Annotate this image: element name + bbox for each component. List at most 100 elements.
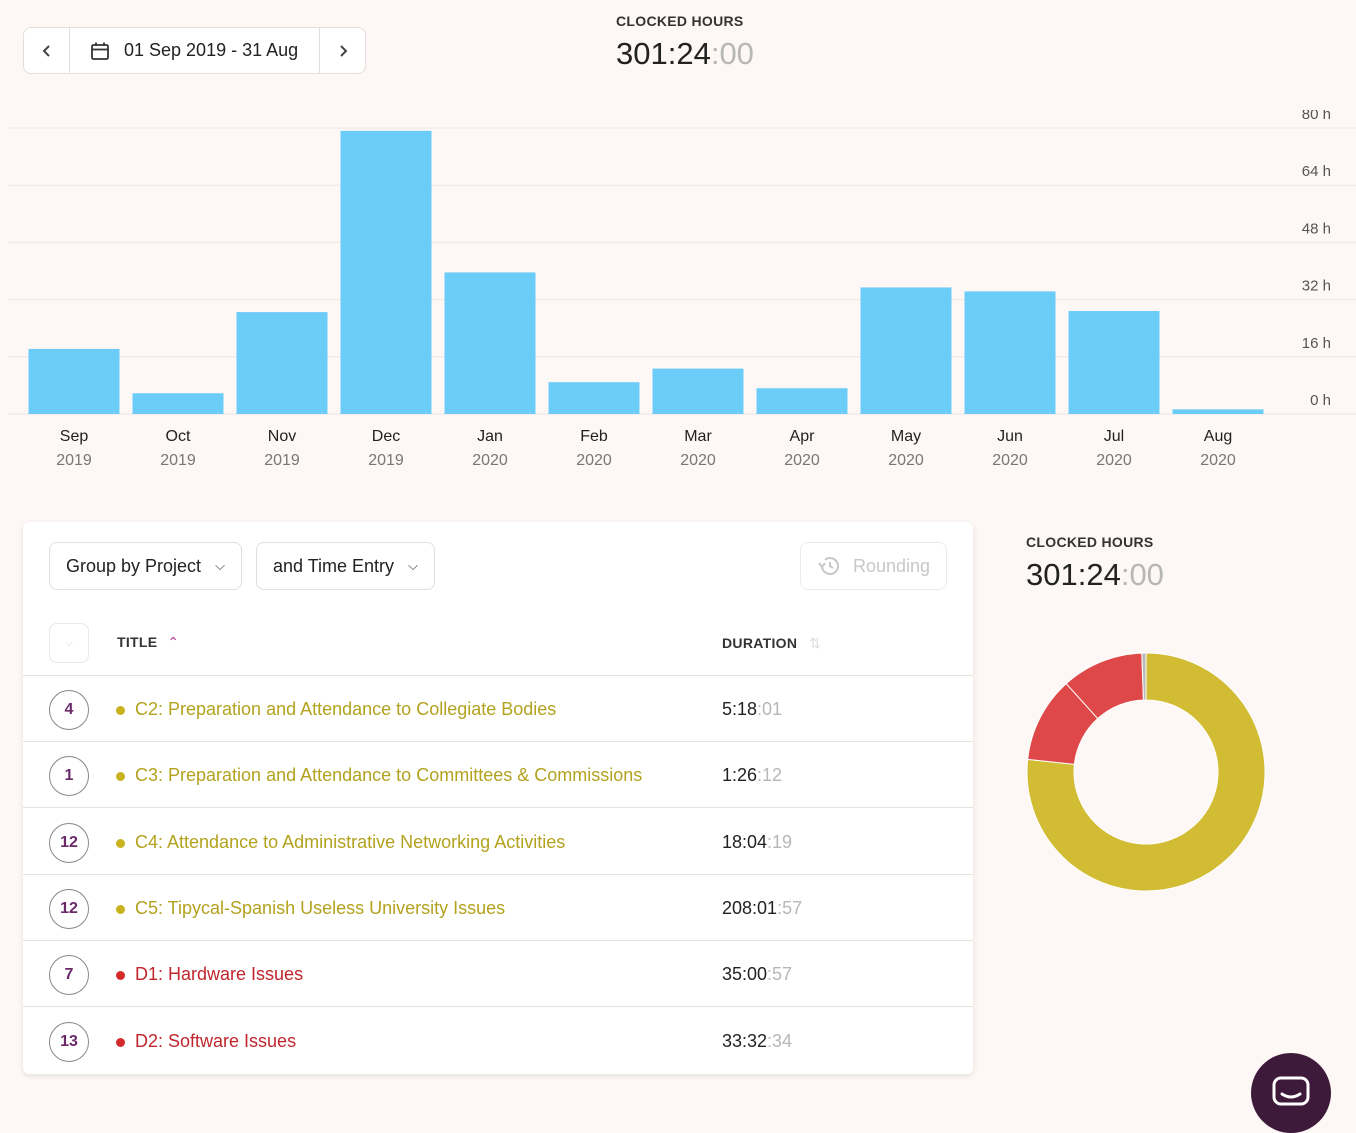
clocked-hours-label: CLOCKED HOURS xyxy=(616,13,744,29)
side-clocked-hours-summary: CLOCKED HOURS 301:24:00 xyxy=(1026,534,1164,593)
duration-seconds: :34 xyxy=(767,1030,793,1051)
project-title[interactable]: D2: Software Issues xyxy=(135,1031,296,1052)
sort-icon: ⇅ xyxy=(809,635,822,651)
chat-icon xyxy=(1272,1076,1310,1106)
bar-jun[interactable] xyxy=(964,291,1056,414)
bar-oct[interactable] xyxy=(132,393,224,414)
bar-apr[interactable] xyxy=(756,388,848,414)
x-year-label: 2020 xyxy=(784,452,820,469)
calendar-icon xyxy=(91,42,109,60)
project-duration: 5:18:01 xyxy=(722,699,782,720)
previous-range-button[interactable] xyxy=(24,28,70,73)
clocked-hours-summary: CLOCKED HOURS 301:24:00 xyxy=(616,13,754,72)
duration-main: 5:18 xyxy=(722,699,758,719)
x-month-label: Jul xyxy=(1104,428,1124,445)
x-month-label: Jun xyxy=(997,428,1023,445)
table-row[interactable]: 7 D1: Hardware Issues 35:00:57 xyxy=(23,941,973,1008)
table-row[interactable]: 13 D2: Software Issues 33:32:34 xyxy=(23,1008,973,1074)
x-month-label: Oct xyxy=(166,428,191,445)
side-clocked-hours-seconds: :00 xyxy=(1120,557,1164,592)
monthly-hours-chart: 0 h 16 h 32 h 48 h 64 h 80 h Sep 2019 Oct 2019 Nov… xyxy=(8,110,1356,469)
group-by-select[interactable]: Group by Project ⌵ xyxy=(49,542,242,590)
x-month-label: Dec xyxy=(372,428,400,445)
y-tick-label: 0 h xyxy=(1310,392,1331,409)
x-year-label: 2020 xyxy=(1096,452,1132,469)
chevron-down-icon: ⌵ xyxy=(215,558,225,573)
chat-launcher-button[interactable] xyxy=(1251,1053,1331,1133)
x-year-label: 2020 xyxy=(1200,452,1236,469)
table-row[interactable]: 12 C5: Tipycal-Spanish Useless University… xyxy=(23,875,973,941)
entry-count-badge[interactable]: 4 xyxy=(49,690,89,730)
project-color-dot xyxy=(116,904,125,914)
project-donut-chart xyxy=(1026,652,1266,892)
duration-seconds: :57 xyxy=(767,964,793,985)
group-by-label: Group by Project xyxy=(66,555,202,576)
duration-column-header[interactable]: DURATION ⇅ xyxy=(722,635,821,652)
table-row[interactable]: 1 C3: Preparation and Attendance to Commi… xyxy=(23,742,973,809)
project-title[interactable]: C4: Attendance to Administrative Network… xyxy=(135,832,565,853)
y-tick-label: 32 h xyxy=(1302,278,1331,295)
bar-may[interactable] xyxy=(860,287,952,414)
y-tick-label: 16 h xyxy=(1302,335,1331,352)
x-year-label: 2019 xyxy=(368,452,404,469)
title-column-header[interactable]: TITLE ⌃ xyxy=(117,634,179,651)
project-duration: 1:26:12 xyxy=(722,765,782,786)
bar-nov[interactable] xyxy=(236,312,328,414)
entry-count-badge[interactable]: 13 xyxy=(49,1021,89,1062)
then-by-select[interactable]: and Time Entry ⌵ xyxy=(256,542,435,590)
history-icon xyxy=(818,557,839,575)
clocked-hours-total: 301:24:00 xyxy=(616,36,754,72)
entry-count-badge[interactable]: 1 xyxy=(49,756,89,797)
duration-seconds: :12 xyxy=(757,765,783,786)
chevron-right-icon xyxy=(339,44,347,57)
duration-seconds: :19 xyxy=(767,831,793,852)
report-panel: Group by Project ⌵ and Time Entry ⌵ Roun… xyxy=(23,522,973,1074)
y-tick-label: 64 h xyxy=(1302,163,1331,180)
rounding-button[interactable]: Rounding xyxy=(800,542,947,590)
project-title[interactable]: C3: Preparation and Attendance to Commit… xyxy=(135,765,642,786)
project-duration: 18:04:19 xyxy=(722,832,792,853)
x-year-label: 2020 xyxy=(992,452,1028,469)
duration-main: 18:04 xyxy=(722,831,768,852)
bar-dec[interactable] xyxy=(340,130,432,415)
project-color-dot xyxy=(116,706,125,715)
bar-jan[interactable] xyxy=(444,272,536,414)
x-month-label: Aug xyxy=(1204,428,1232,445)
expand-all-toggle[interactable]: ⌵ xyxy=(49,623,89,663)
project-duration: 208:01:57 xyxy=(722,898,802,919)
chevron-down-icon: ⌵ xyxy=(408,558,418,573)
project-title[interactable]: C5: Tipycal-Spanish Useless University I… xyxy=(135,898,505,919)
bar-mar[interactable] xyxy=(652,368,744,414)
next-range-button[interactable] xyxy=(319,28,365,73)
chevron-left-icon xyxy=(42,44,50,57)
x-year-label: 2019 xyxy=(264,452,300,469)
bar-feb[interactable] xyxy=(548,382,640,414)
duration-main: 208:01 xyxy=(722,897,778,918)
title-header-label: TITLE xyxy=(117,634,158,650)
bar-sep[interactable] xyxy=(28,348,120,414)
entry-count-badge[interactable]: 12 xyxy=(49,888,89,929)
table-row[interactable]: 4 C2: Preparation and Attendance to Colle… xyxy=(23,676,973,742)
project-title[interactable]: D1: Hardware Issues xyxy=(135,964,303,985)
chevron-down-icon: ⌵ xyxy=(64,636,74,649)
x-year-label: 2020 xyxy=(888,452,924,469)
project-title[interactable]: C2: Preparation and Attendance to Colleg… xyxy=(135,699,556,720)
project-color-dot xyxy=(116,971,125,981)
x-month-label: Feb xyxy=(580,428,608,445)
project-color-dot xyxy=(116,1037,125,1047)
bar-jul[interactable] xyxy=(1068,311,1160,414)
x-month-label: Nov xyxy=(268,428,296,445)
table-row[interactable]: 12 C4: Attendance to Administrative Netwo… xyxy=(23,809,973,875)
bar-aug[interactable] xyxy=(1172,409,1264,414)
x-month-label: Sep xyxy=(60,428,89,445)
duration-header-label: DURATION xyxy=(722,635,798,651)
duration-seconds: :57 xyxy=(777,897,803,918)
entry-count-badge[interactable]: 7 xyxy=(49,955,89,996)
x-year-label: 2020 xyxy=(576,452,612,469)
entry-count-badge[interactable]: 12 xyxy=(49,822,89,863)
project-color-dot xyxy=(116,772,125,782)
date-range-button[interactable]: 01 Sep 2019 - 31 Aug xyxy=(70,40,298,61)
x-year-label: 2019 xyxy=(56,452,92,469)
x-month-label: Jan xyxy=(477,428,503,445)
table-header: ⌵ TITLE ⌃ DURATION ⇅ xyxy=(23,620,973,676)
